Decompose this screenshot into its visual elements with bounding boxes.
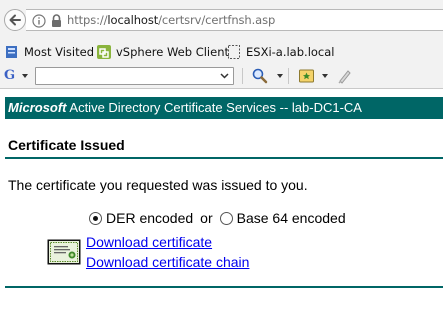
bookmark-vsphere[interactable]: vSphere Web Client [96,44,229,60]
page-icon [228,45,240,59]
bookmarks-icon [6,46,17,58]
radio-base64-encoded[interactable] [219,211,233,225]
url-text[interactable]: https://localhost/certsrv/certfnsh.asp [67,13,275,27]
section-divider [5,157,443,159]
section-title: Certificate Issued [8,137,125,153]
url-scheme: https:// [67,13,108,27]
bookmarks-toolbar: Most Visited vSphere Web Client ESXi-a.l… [0,40,443,64]
bookmark-star-icon[interactable] [298,67,316,85]
bookmark-esxi[interactable]: ESXi-a.lab.local [226,44,335,60]
encoding-separator: or [200,210,213,226]
url-host: localhost [107,13,159,27]
url-path: /certsrv/certfnsh.asp [158,13,276,27]
search-icon[interactable] [251,67,269,85]
google-search-input[interactable] [37,69,221,83]
info-icon[interactable] [32,14,46,28]
google-toolbar: G [0,64,443,89]
google-logo-button[interactable]: G [4,68,15,84]
vsphere-icon [97,45,111,59]
label-base64-encoded[interactable]: Base 64 encoded [237,210,346,226]
bookmark-label: Most Visited [24,45,94,59]
back-button[interactable] [4,9,26,31]
chevron-down-icon[interactable] [220,71,229,80]
radio-der-encoded[interactable] [89,211,102,225]
issued-message: The certificate you requested was issued… [8,177,308,193]
lock-icon[interactable] [50,13,63,28]
download-certificate-chain-link[interactable]: Download certificate chain [86,254,249,270]
footer-divider [5,286,443,288]
chevron-down-icon[interactable] [22,74,28,78]
google-search-box[interactable] [35,67,234,85]
back-arrow-icon [9,14,21,26]
bookmark-most-visited[interactable]: Most Visited [4,44,94,60]
chevron-down-icon[interactable] [322,74,328,78]
banner-brand: Microsoft [8,100,67,115]
navigation-bar: https://localhost/certsrv/certfnsh.asp [0,0,443,40]
page-banner: Microsoft Active Directory Certificate S… [5,97,443,119]
toolbar-divider [288,68,289,84]
chevron-down-icon[interactable] [277,74,283,78]
label-der-encoded[interactable]: DER encoded [106,210,193,226]
address-bar[interactable]: https://localhost/certsrv/certfnsh.asp [26,9,443,31]
download-certificate-link[interactable]: Download certificate [86,234,212,250]
bookmark-label: vSphere Web Client [116,45,229,59]
banner-title: Active Directory Certificate Services --… [66,100,362,115]
certificate-icon [47,239,81,265]
encoding-options: DER encoded or Base 64 encoded [89,209,346,227]
bookmark-label: ESXi-a.lab.local [246,45,335,59]
toolbar-divider [242,68,243,84]
highlighter-icon[interactable] [336,67,354,85]
